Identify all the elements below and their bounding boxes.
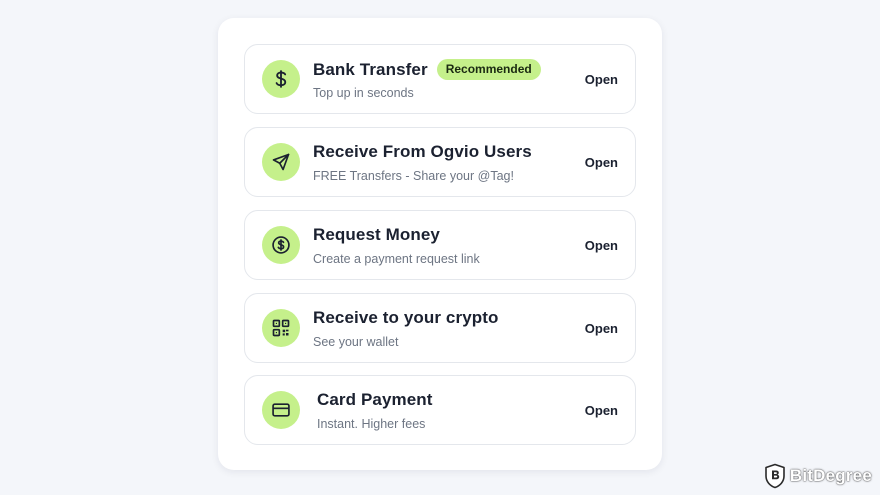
option-subtitle: Top up in seconds bbox=[313, 86, 414, 100]
option-title: Bank Transfer bbox=[313, 59, 428, 79]
brand-name: BitDegree bbox=[789, 466, 872, 485]
option-title-row: Card Payment bbox=[317, 390, 433, 410]
open-button[interactable]: Open bbox=[585, 155, 618, 170]
credit-card-icon bbox=[262, 391, 300, 429]
option-title: Request Money bbox=[313, 225, 440, 244]
option-subtitle: FREE Transfers - Share your @Tag! bbox=[313, 169, 514, 183]
option-title: Card Payment bbox=[317, 390, 433, 409]
option-receive-crypto[interactable]: Receive to your crypto See your wallet O… bbox=[244, 293, 636, 363]
option-subtitle: Create a payment request link bbox=[313, 252, 480, 266]
option-subtitle: Instant. Higher fees bbox=[317, 417, 426, 431]
option-receive-from-users[interactable]: Receive From Ogvio Users FREE Transfers … bbox=[244, 127, 636, 197]
option-request-money[interactable]: Request Money Create a payment request l… bbox=[244, 210, 636, 280]
option-title-row: Bank Transfer Recommended bbox=[313, 59, 541, 80]
option-card-payment[interactable]: Card Payment Instant. Higher fees Open bbox=[244, 375, 636, 445]
option-title: Receive to your crypto bbox=[313, 308, 499, 327]
open-button[interactable]: Open bbox=[585, 72, 618, 87]
dollar-icon bbox=[262, 60, 300, 98]
open-button[interactable]: Open bbox=[585, 403, 618, 418]
send-icon bbox=[262, 143, 300, 181]
option-title-row: Receive to your crypto bbox=[313, 308, 498, 328]
option-bank-transfer[interactable]: Bank Transfer Recommended Top up in seco… bbox=[244, 44, 636, 114]
option-subtitle: See your wallet bbox=[313, 335, 399, 349]
bitdegree-shield-icon bbox=[765, 463, 785, 489]
recommended-badge: Recommended bbox=[436, 59, 541, 80]
payment-options-panel: Bank Transfer Recommended Top up in seco… bbox=[218, 18, 662, 470]
option-title-row: Request Money bbox=[313, 225, 440, 245]
dollar-circle-icon bbox=[262, 226, 300, 264]
option-title: Receive From Ogvio Users bbox=[313, 142, 532, 161]
qr-code-icon bbox=[262, 309, 300, 347]
option-title-row: Receive From Ogvio Users bbox=[313, 142, 532, 162]
bitdegree-watermark: BitDegree bbox=[764, 463, 872, 489]
open-button[interactable]: Open bbox=[585, 238, 618, 253]
open-button[interactable]: Open bbox=[585, 321, 618, 336]
